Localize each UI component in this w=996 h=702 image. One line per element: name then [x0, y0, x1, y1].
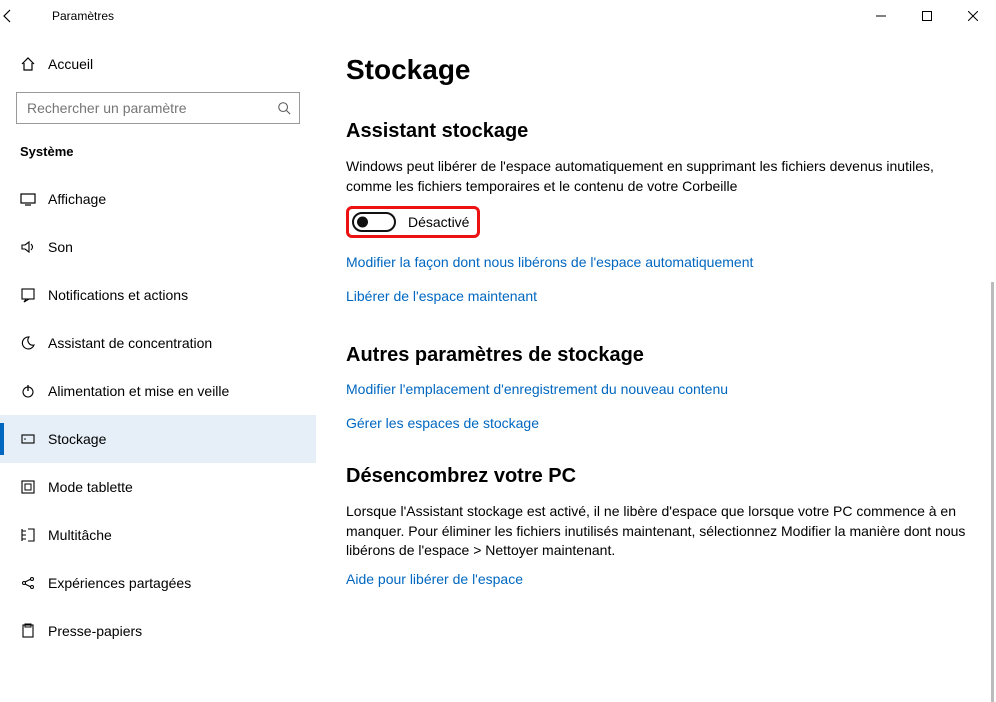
sidebar-item-label: Multitâche — [48, 527, 112, 543]
sidebar-item-clipboard[interactable]: Presse-papiers — [0, 607, 316, 655]
sidebar-item-label: Alimentation et mise en veille — [48, 383, 229, 399]
sidebar-item-label: Presse-papiers — [48, 623, 142, 639]
scrollbar[interactable] — [991, 282, 994, 702]
section-storage-sense-heading: Assistant stockage — [346, 120, 970, 143]
link-change-free-up[interactable]: Modifier la façon dont nous libérons de … — [346, 254, 753, 270]
search-input[interactable] — [25, 99, 277, 117]
sidebar-item-label: Assistant de concentration — [48, 335, 212, 351]
section-declutter-heading: Désencombrez votre PC — [346, 465, 970, 488]
sidebar-item-storage[interactable]: Stockage — [0, 415, 316, 463]
sidebar-group-label: Système — [0, 138, 316, 175]
storage-sense-toggle-label: Désactivé — [408, 214, 469, 230]
sidebar: Accueil Système Affichage Son Noti — [0, 32, 316, 702]
storage-sense-toggle[interactable] — [352, 212, 396, 232]
sidebar-item-home[interactable]: Accueil — [0, 44, 316, 84]
titlebar: Paramètres — [0, 0, 996, 32]
sidebar-item-sound[interactable]: Son — [0, 223, 316, 271]
minimize-button[interactable] — [858, 0, 904, 32]
close-button[interactable] — [950, 0, 996, 32]
sidebar-item-display[interactable]: Affichage — [0, 175, 316, 223]
display-icon — [20, 191, 48, 207]
sidebar-item-label: Mode tablette — [48, 479, 133, 495]
power-icon — [20, 383, 48, 399]
sidebar-item-label: Expériences partagées — [48, 575, 191, 591]
moon-icon — [20, 335, 48, 351]
sidebar-item-label: Notifications et actions — [48, 287, 188, 303]
sidebar-item-label: Accueil — [48, 56, 93, 72]
search-icon — [277, 101, 291, 115]
content-area: Stockage Assistant stockage Windows peut… — [316, 32, 996, 702]
sidebar-item-tablet-mode[interactable]: Mode tablette — [0, 463, 316, 511]
sidebar-item-label: Stockage — [48, 431, 106, 447]
sidebar-item-power[interactable]: Alimentation et mise en veille — [0, 367, 316, 415]
sidebar-item-multitasking[interactable]: Multitâche — [0, 511, 316, 559]
sidebar-item-focus-assist[interactable]: Assistant de concentration — [0, 319, 316, 367]
clipboard-icon — [20, 623, 48, 639]
link-free-up-now[interactable]: Libérer de l'espace maintenant — [346, 288, 537, 304]
window-title: Paramètres — [48, 9, 114, 23]
sound-icon — [20, 239, 48, 255]
search-box[interactable] — [16, 92, 300, 124]
back-button[interactable] — [0, 8, 48, 24]
storage-sense-toggle-row: Désactivé — [346, 206, 480, 238]
section-more-heading: Autres paramètres de stockage — [346, 344, 970, 367]
link-change-save-location[interactable]: Modifier l'emplacement d'enregistrement … — [346, 381, 728, 397]
sidebar-item-label: Affichage — [48, 191, 106, 207]
link-help-free-space[interactable]: Aide pour libérer de l'espace — [346, 571, 523, 587]
sidebar-item-notifications[interactable]: Notifications et actions — [0, 271, 316, 319]
sidebar-item-shared-experiences[interactable]: Expériences partagées — [0, 559, 316, 607]
link-manage-storage-spaces[interactable]: Gérer les espaces de stockage — [346, 415, 539, 431]
tablet-icon — [20, 479, 48, 495]
declutter-description: Lorsque l'Assistant stockage est activé,… — [346, 502, 966, 561]
storage-sense-description: Windows peut libérer de l'espace automat… — [346, 157, 956, 196]
multitask-icon — [20, 527, 48, 543]
notifications-icon — [20, 287, 48, 303]
maximize-button[interactable] — [904, 0, 950, 32]
storage-icon — [20, 431, 48, 447]
sidebar-item-label: Son — [48, 239, 73, 255]
share-icon — [20, 575, 48, 591]
page-title: Stockage — [346, 54, 970, 86]
home-icon — [20, 56, 48, 72]
